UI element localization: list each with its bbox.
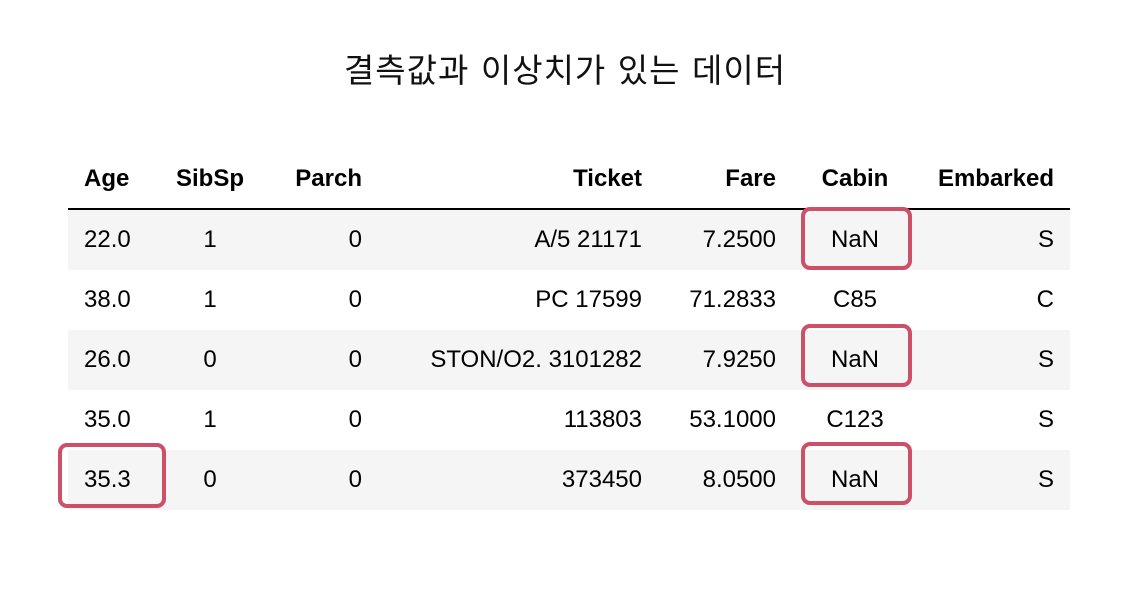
header-ticket: Ticket bbox=[573, 165, 642, 192]
cell-age: 35.3 bbox=[84, 466, 131, 493]
cell-ticket: STON/O2. 3101282 bbox=[430, 346, 642, 373]
header-embarked: Embarked bbox=[937, 165, 1054, 192]
table-header-row: Age SibSp Parch Ticket Fare Cabin Embark… bbox=[68, 150, 1070, 210]
cell-cabin: C123 bbox=[826, 406, 884, 433]
cell-parch: 0 bbox=[348, 226, 362, 253]
cell-age: 38.0 bbox=[84, 286, 131, 313]
cell-fare: 7.9250 bbox=[702, 346, 776, 373]
cell-cabin: NaN bbox=[830, 226, 879, 253]
table-row: 35.3 0 0 373450 8.0500 NaN S bbox=[68, 450, 1070, 510]
cell-sibsp: 1 bbox=[203, 226, 217, 253]
page-title: 결측값과 이상치가 있는 데이터 bbox=[343, 51, 787, 90]
cell-parch: 0 bbox=[348, 286, 362, 313]
cell-age: 26.0 bbox=[84, 346, 131, 373]
cell-parch: 0 bbox=[348, 406, 362, 433]
table-row: 38.0 1 0 PC 17599 71.2833 C85 C bbox=[68, 270, 1070, 330]
cell-parch: 0 bbox=[348, 466, 362, 493]
cell-age: 35.0 bbox=[84, 406, 131, 433]
cell-embarked: S bbox=[1037, 406, 1054, 433]
cell-fare: 7.2500 bbox=[702, 226, 776, 253]
cell-ticket: PC 17599 bbox=[535, 286, 642, 313]
cell-ticket: 373450 bbox=[561, 466, 642, 493]
table-row: 26.0 0 0 STON/O2. 3101282 7.9250 NaN S bbox=[68, 330, 1070, 390]
header-fare: Fare bbox=[725, 165, 776, 192]
header-cabin: Cabin bbox=[821, 165, 889, 192]
cell-parch: 0 bbox=[348, 346, 362, 373]
dataframe-table: Age SibSp Parch Ticket Fare Cabin Embark… bbox=[68, 150, 1070, 510]
cell-fare: 53.1000 bbox=[689, 406, 776, 433]
cell-sibsp: 0 bbox=[203, 466, 217, 493]
cell-sibsp: 1 bbox=[203, 406, 217, 433]
cell-embarked: C bbox=[1036, 286, 1054, 313]
cell-sibsp: 0 bbox=[203, 346, 217, 373]
cell-sibsp: 1 bbox=[203, 286, 217, 313]
cell-fare: 71.2833 bbox=[689, 286, 776, 313]
table-row: 35.0 1 0 113803 53.1000 C123 S bbox=[68, 390, 1070, 450]
cell-embarked: S bbox=[1037, 346, 1054, 373]
cell-embarked: S bbox=[1037, 226, 1054, 253]
header-sibsp: SibSp bbox=[175, 165, 244, 192]
table-row: 22.0 1 0 A/5 21171 7.2500 NaN S bbox=[68, 210, 1070, 270]
cell-fare: 8.0500 bbox=[702, 466, 776, 493]
cell-age: 22.0 bbox=[84, 226, 131, 253]
cell-embarked: S bbox=[1037, 466, 1054, 493]
header-age: Age bbox=[84, 165, 130, 192]
cell-cabin: NaN bbox=[830, 466, 879, 493]
header-parch: Parch bbox=[295, 165, 362, 192]
cell-ticket: 113803 bbox=[563, 406, 642, 433]
cell-ticket: A/5 21171 bbox=[534, 226, 642, 253]
cell-cabin: C85 bbox=[832, 286, 878, 313]
cell-cabin: NaN bbox=[830, 346, 879, 373]
